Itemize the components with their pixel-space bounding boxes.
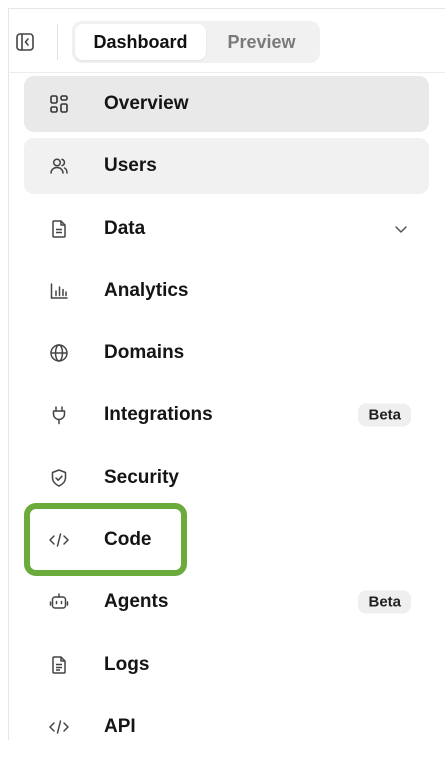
divider — [57, 24, 58, 60]
tab-dashboard[interactable]: Dashboard — [75, 24, 206, 60]
beta-badge: Beta — [358, 591, 411, 614]
sidebar-item-label: API — [104, 716, 136, 738]
tab-preview[interactable]: Preview — [206, 24, 317, 60]
sidebar-item-analytics[interactable]: Analytics — [24, 263, 429, 319]
sidebar-nav: Overview Users Data — [24, 76, 429, 761]
users-icon — [48, 155, 70, 177]
tab-switcher: Dashboard Preview — [72, 21, 320, 63]
sidebar-toggle-icon[interactable] — [14, 31, 36, 53]
sidebar-item-label: Security — [104, 467, 179, 489]
header-divider — [8, 72, 445, 73]
sidebar-item-integrations[interactable]: Integrations Beta — [24, 387, 429, 443]
sidebar-item-users[interactable]: Users — [24, 138, 429, 194]
log-icon — [48, 654, 70, 676]
globe-icon — [48, 342, 70, 364]
sidebar-item-security[interactable]: Security — [24, 450, 429, 506]
code-icon — [48, 716, 70, 738]
sidebar-item-data[interactable]: Data — [24, 201, 429, 257]
sidebar-item-label: Agents — [104, 591, 168, 613]
sidebar-item-label: Overview — [104, 93, 189, 115]
sidebar-item-label: Code — [104, 529, 152, 551]
sidebar-item-code[interactable]: Code — [24, 512, 429, 568]
sidebar-item-label: Domains — [104, 342, 184, 364]
sidebar-item-label: Analytics — [104, 280, 188, 302]
sidebar-item-api[interactable]: API — [24, 699, 429, 755]
sidebar-item-agents[interactable]: Agents Beta — [24, 574, 429, 630]
chevron-down-icon[interactable] — [393, 221, 409, 237]
sidebar-item-label: Users — [104, 155, 157, 177]
shield-icon — [48, 467, 70, 489]
sidebar-item-label: Data — [104, 218, 145, 240]
plug-icon — [48, 404, 70, 426]
bar-chart-icon — [48, 280, 70, 302]
grid-icon — [48, 93, 70, 115]
robot-icon — [48, 591, 70, 613]
sidebar-item-label: Logs — [104, 654, 149, 676]
beta-badge: Beta — [358, 404, 411, 427]
document-icon — [48, 218, 70, 240]
sidebar-item-label: Integrations — [104, 404, 213, 426]
code-icon — [48, 529, 70, 551]
sidebar-item-logs[interactable]: Logs — [24, 637, 429, 693]
sidebar-item-overview[interactable]: Overview — [24, 76, 429, 132]
top-bar: Dashboard Preview — [0, 0, 445, 74]
sidebar-item-domains[interactable]: Domains — [24, 325, 429, 381]
